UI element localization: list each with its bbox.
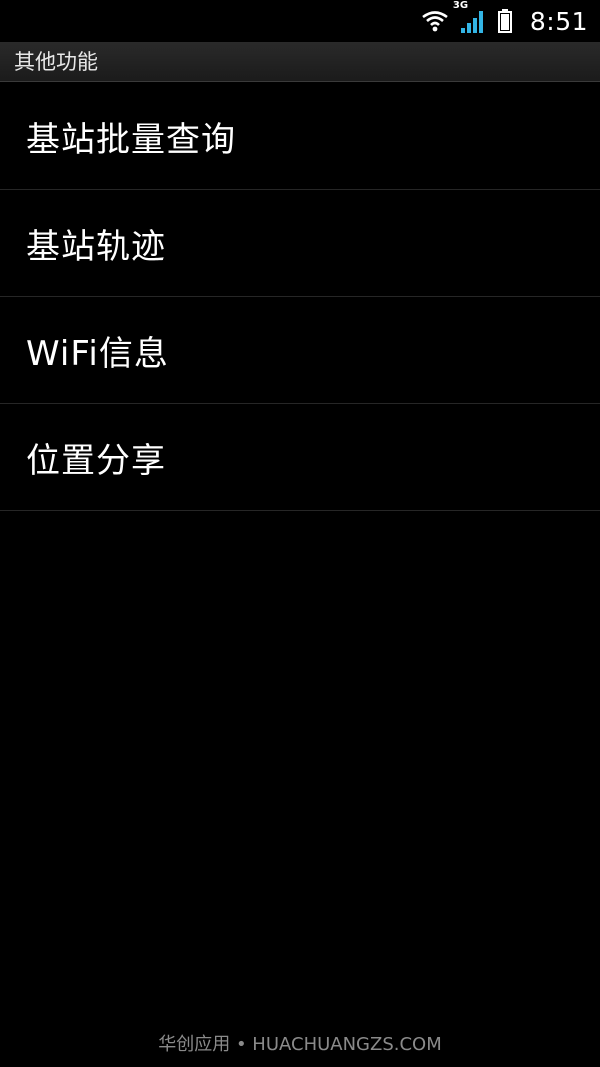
menu-item-cell-track[interactable]: 基站轨迹	[0, 190, 600, 297]
network-type-label: 3G	[452, 0, 469, 11]
watermark: 华创应用 • HUACHUANGZS.COM	[158, 1034, 442, 1055]
wifi-icon	[422, 10, 448, 32]
menu-item-label: 基站轨迹	[26, 226, 166, 267]
title-bar: 其他功能	[0, 42, 600, 82]
status-clock: 8:51	[529, 6, 588, 36]
menu-item-label: 位置分享	[26, 440, 166, 481]
menu-list: 基站批量查询 基站轨迹 WiFi信息 位置分享	[0, 83, 600, 511]
menu-item-wifi-info[interactable]: WiFi信息	[0, 297, 600, 404]
menu-item-label: WiFi信息	[26, 333, 169, 374]
menu-item-batch-cell-query[interactable]: 基站批量查询	[0, 83, 600, 190]
signal-icon: 3G	[453, 0, 486, 34]
menu-item-label: 基站批量查询	[26, 119, 236, 160]
status-icons: 3G 8:51	[410, 0, 588, 42]
battery-icon	[497, 9, 512, 33]
page-title: 其他功能	[14, 50, 98, 74]
status-bar: 3G 8:51	[0, 0, 600, 42]
menu-item-location-share[interactable]: 位置分享	[0, 404, 600, 511]
